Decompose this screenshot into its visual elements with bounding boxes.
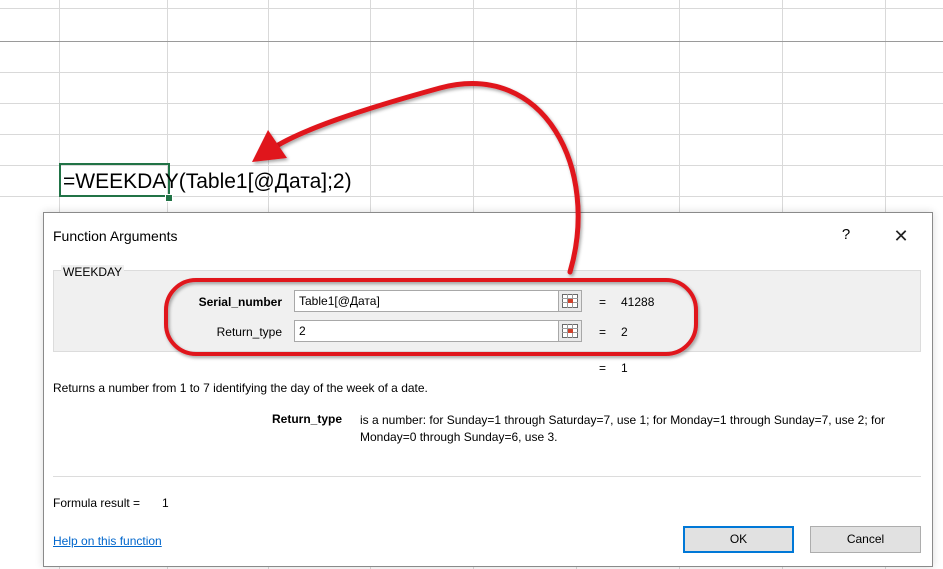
serial-number-result: 41288 xyxy=(621,295,655,309)
divider xyxy=(53,476,921,477)
cell-formula-text: =WEEKDAY(Table1[@Дата];2) xyxy=(63,170,352,193)
range-select-icon xyxy=(562,294,578,308)
serial-number-label: Serial_number xyxy=(198,295,282,309)
formula-result-label: Formula result = xyxy=(53,496,141,510)
function-arguments-dialog: Function Arguments ? ✕ WEEKDAY Serial_nu… xyxy=(43,212,933,567)
serial-number-input[interactable] xyxy=(294,290,582,312)
dialog-titlebar[interactable]: Function Arguments ? ✕ xyxy=(44,213,932,257)
return-type-label: Return_type xyxy=(216,325,282,339)
grid-row-line xyxy=(0,8,943,9)
grid-row-line xyxy=(0,103,943,104)
return-type-result: 2 xyxy=(621,325,628,339)
equals-sign: = xyxy=(599,295,607,309)
dialog-title: Function Arguments xyxy=(53,228,178,244)
return-type-input[interactable] xyxy=(294,320,582,342)
range-select-icon xyxy=(562,324,578,338)
formula-result-value: 1 xyxy=(162,496,169,510)
argument-help-label: Return_type xyxy=(272,412,343,426)
equals-sign: = xyxy=(599,325,607,339)
fill-handle[interactable] xyxy=(165,194,173,202)
equals-sign: = xyxy=(599,361,607,375)
function-name-label: WEEKDAY xyxy=(61,265,125,279)
grid-row-line xyxy=(0,72,943,73)
function-description: Returns a number from 1 to 7 identifying… xyxy=(53,381,428,395)
help-on-function-link[interactable]: Help on this function xyxy=(53,534,162,548)
collapse-dialog-button[interactable] xyxy=(558,290,582,312)
argument-help-text: is a number: for Sunday=1 through Saturd… xyxy=(360,413,886,444)
function-result: 1 xyxy=(621,361,628,375)
ok-button[interactable]: OK xyxy=(683,526,794,553)
grid-row-line xyxy=(0,41,943,42)
close-button[interactable]: ✕ xyxy=(884,223,918,249)
collapse-dialog-button[interactable] xyxy=(558,320,582,342)
grid-row-line xyxy=(0,134,943,135)
help-button[interactable]: ? xyxy=(834,223,858,247)
cancel-button[interactable]: Cancel xyxy=(810,526,921,553)
